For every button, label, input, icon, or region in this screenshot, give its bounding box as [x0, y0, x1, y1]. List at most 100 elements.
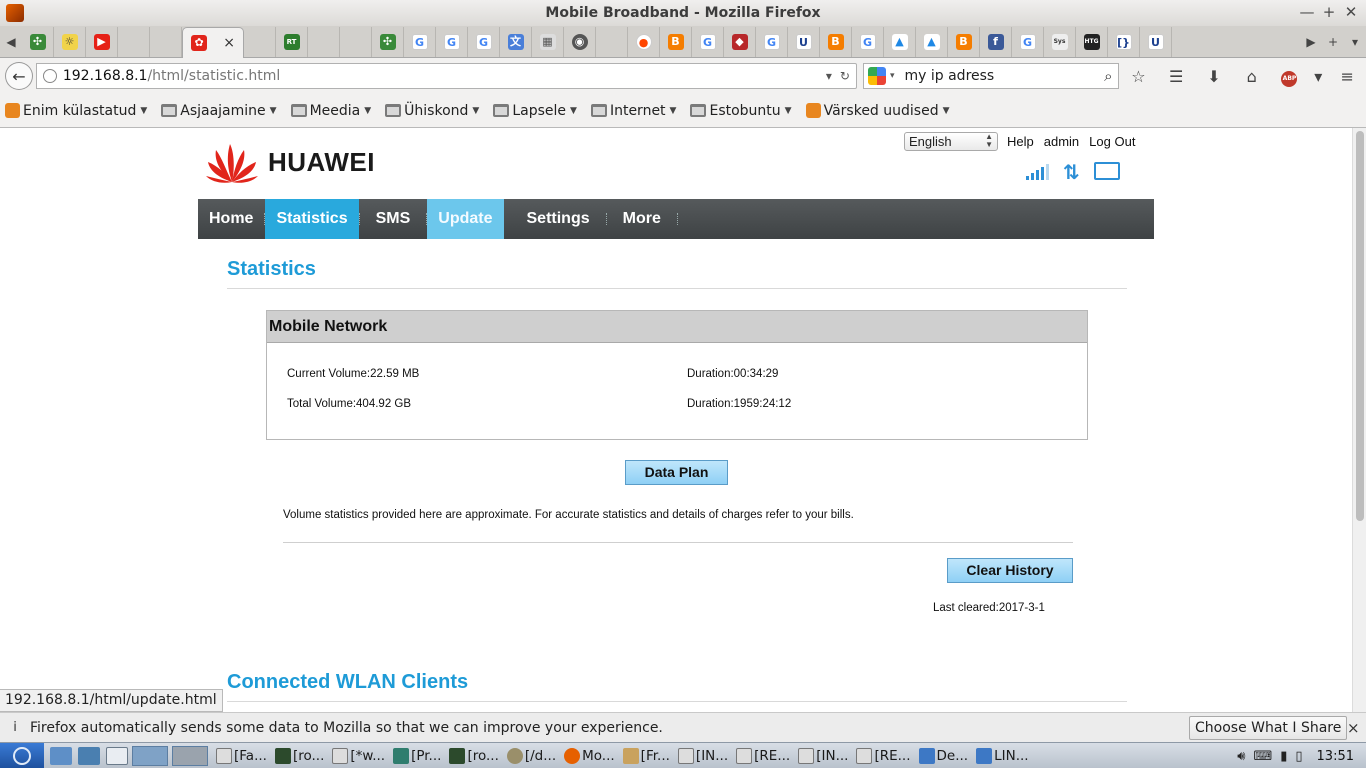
taskbar-task[interactable]: [Fr...	[622, 747, 670, 764]
bookmark-star-icon[interactable]: ☆	[1119, 67, 1157, 86]
menu-home[interactable]: Home	[198, 199, 264, 239]
bookmark-folder-most-visited[interactable]: Enim külastatud ▼	[5, 103, 147, 119]
bookmark-folder[interactable]: Lapsele ▼	[493, 103, 577, 119]
tab-pinned[interactable]: U	[1140, 26, 1172, 57]
search-icon[interactable]: ⌕	[1104, 67, 1112, 85]
taskbar-task[interactable]: LIN...	[976, 747, 1029, 764]
tab-pinned[interactable]	[308, 26, 340, 57]
reading-list-icon[interactable]: ☰	[1157, 67, 1195, 86]
menu-update[interactable]: Update	[427, 199, 504, 239]
tab-list-icon[interactable]: ▾	[1344, 27, 1366, 57]
tab-pinned[interactable]: B	[948, 26, 980, 57]
taskbar-task[interactable]: Mo...	[564, 747, 615, 764]
tab-pinned[interactable]: Sys	[1044, 26, 1076, 57]
tab-pinned[interactable]: G	[1012, 26, 1044, 57]
url-dropdown-icon[interactable]: ▾	[826, 69, 832, 83]
help-link[interactable]: Help	[1007, 134, 1034, 149]
logout-link[interactable]: Log Out	[1089, 134, 1135, 149]
tab-pinned[interactable]: 文	[500, 26, 532, 57]
apps-icon[interactable]	[78, 746, 100, 765]
menu-settings[interactable]: Settings	[505, 199, 606, 239]
tab-pinned[interactable]: ✣	[22, 26, 54, 57]
bookmark-folder[interactable]: Ühiskond ▼	[385, 103, 479, 119]
tab-pinned[interactable]	[340, 26, 372, 57]
tab-pinned[interactable]	[596, 26, 628, 57]
admin-link[interactable]: admin	[1044, 134, 1079, 149]
taskbar-task[interactable]: De...	[918, 747, 968, 764]
network-icon[interactable]: ▮	[1280, 749, 1287, 764]
desktop-switcher-2[interactable]	[172, 745, 208, 766]
tab-active[interactable]: ✿ ×	[182, 26, 244, 59]
adblock-icon[interactable]: ABP	[1271, 65, 1309, 87]
tab-pinned[interactable]: f	[980, 26, 1012, 57]
tab-pinned[interactable]: ✣	[372, 26, 404, 57]
tab-pinned[interactable]: G	[852, 26, 884, 57]
tab-pinned[interactable]: ▦	[532, 26, 564, 57]
page-scrollbar[interactable]	[1352, 128, 1366, 712]
bookmark-feed[interactable]: Värsked uudised ▼	[805, 103, 950, 119]
bookmark-folder[interactable]: Internet ▼	[590, 103, 676, 119]
tab-pinned[interactable]: G	[468, 26, 500, 57]
tab-pinned[interactable]	[150, 26, 182, 57]
close-icon[interactable]: ✕	[1342, 3, 1360, 21]
tab-pinned[interactable]: ◆	[724, 26, 756, 57]
minimize-icon[interactable]: —	[1298, 3, 1316, 21]
data-plan-button[interactable]: Data Plan	[625, 460, 728, 485]
adblock-dropdown-icon[interactable]: ▾	[1308, 67, 1328, 86]
notification-close-icon[interactable]: ×	[1347, 719, 1360, 737]
back-icon[interactable]: ←	[5, 62, 33, 90]
scrollbar-thumb[interactable]	[1356, 131, 1364, 521]
desktop-switcher-1[interactable]	[132, 745, 168, 766]
bookmark-folder[interactable]: Meedia ▼	[290, 103, 371, 119]
taskbar-task[interactable]: [ro...	[449, 747, 499, 764]
tab-pinned[interactable]: ▲	[884, 26, 916, 57]
tab-scroll-left-icon[interactable]: ◀	[0, 27, 22, 57]
tab-pinned[interactable]: RT	[276, 26, 308, 57]
tab-pinned[interactable]: ◉	[564, 26, 596, 57]
taskbar-task[interactable]: [RE...	[736, 747, 790, 764]
bookmark-folder[interactable]: Asjaajamine ▼	[161, 103, 277, 119]
google-search-icon[interactable]	[867, 67, 886, 85]
taskbar-task[interactable]: [*w...	[332, 747, 385, 764]
tab-pinned[interactable]: ●	[628, 26, 660, 57]
hamburger-menu-icon[interactable]: ≡	[1328, 67, 1366, 86]
tab-pinned[interactable]: B	[820, 26, 852, 57]
tab-pinned[interactable]: ▲	[916, 26, 948, 57]
tab-scroll-right-icon[interactable]: ▶	[1300, 27, 1322, 57]
tab-pinned[interactable]: B	[660, 26, 692, 57]
taskbar-task[interactable]: [/d...	[506, 747, 556, 764]
taskbar-task[interactable]: [Fa...	[216, 747, 267, 764]
taskbar-task[interactable]: [ro...	[274, 747, 324, 764]
choose-what-i-share-button[interactable]: Choose What I Share	[1189, 716, 1348, 740]
bookmark-folder[interactable]: Estobuntu ▼	[690, 103, 792, 119]
volume-icon[interactable]: 🔊︎	[1237, 749, 1245, 764]
tab-pinned[interactable]: [}	[1108, 26, 1140, 57]
tab-pinned[interactable]: G	[436, 26, 468, 57]
home-icon[interactable]: ⌂	[1233, 67, 1271, 86]
taskbar-task[interactable]: [IN...	[798, 747, 848, 764]
window-icon[interactable]	[106, 746, 128, 765]
menu-sms[interactable]: SMS	[360, 199, 427, 239]
tab-pinned[interactable]	[118, 26, 150, 57]
tab-pinned[interactable]: G	[756, 26, 788, 57]
search-engine-dropdown-icon[interactable]: ▾	[890, 71, 895, 81]
file-manager-icon[interactable]	[50, 746, 72, 765]
clear-history-button[interactable]: Clear History	[947, 558, 1073, 583]
menu-more[interactable]: More	[607, 199, 677, 239]
taskbar-task[interactable]: [IN...	[677, 747, 728, 764]
tab-pinned[interactable]: U	[788, 26, 820, 57]
keyboard-layout-icon[interactable]: ⌨	[1253, 749, 1272, 764]
search-input[interactable]: my ip adress	[905, 68, 995, 84]
url-bar[interactable]: 192.168.8.1/html/statistic.html ▾ ↻	[35, 63, 857, 89]
start-menu-button[interactable]	[0, 742, 44, 768]
reload-icon[interactable]: ↻	[840, 69, 850, 83]
tab-pinned[interactable]: ☼	[54, 26, 86, 57]
maximize-icon[interactable]: +	[1320, 3, 1338, 21]
tab-pinned[interactable]: G	[692, 26, 724, 57]
tab-close-icon[interactable]: ×	[223, 35, 235, 51]
new-tab-icon[interactable]: +	[1322, 27, 1344, 57]
tab-pinned[interactable]: ▶	[86, 26, 118, 57]
tab-pinned[interactable]: HTG	[1076, 26, 1108, 57]
taskbar-task[interactable]: [Pr...	[393, 747, 441, 764]
battery-icon[interactable]: ▯	[1295, 749, 1302, 764]
